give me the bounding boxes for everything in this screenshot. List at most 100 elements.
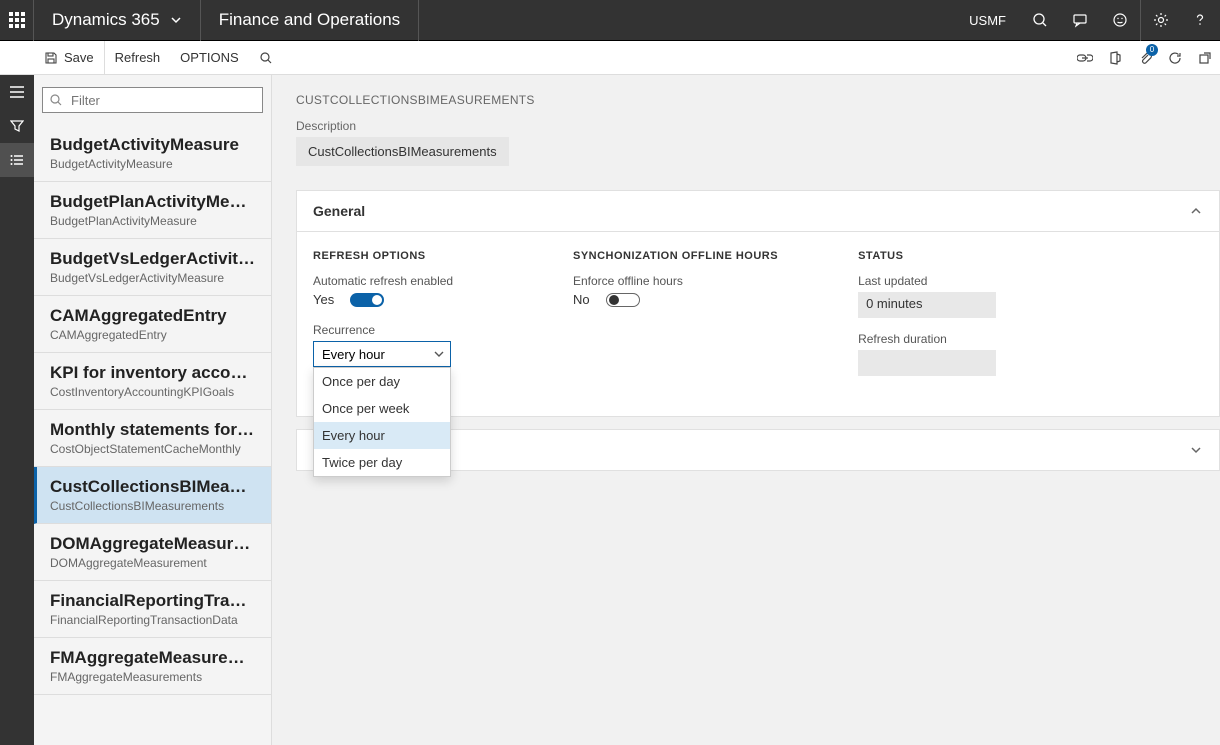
actionbar-search-button[interactable] bbox=[249, 41, 289, 75]
list-item-title: DOMAggregateMeasure... bbox=[50, 534, 255, 554]
list-item[interactable]: BudgetPlanActivityMeasure BudgetPlanActiv… bbox=[34, 182, 271, 239]
list-item-title: BudgetActivityMeasure bbox=[50, 135, 255, 155]
list-item-subtitle: BudgetActivityMeasure bbox=[50, 157, 255, 171]
popout-icon bbox=[1198, 51, 1212, 65]
general-section-header[interactable]: General bbox=[297, 191, 1219, 232]
save-icon bbox=[44, 51, 58, 65]
help-button[interactable] bbox=[1180, 0, 1220, 41]
list-item-title: BudgetVsLedgerActivityM... bbox=[50, 249, 255, 269]
refresh-options-heading: REFRESH OPTIONS bbox=[313, 250, 493, 262]
list-item-subtitle: DOMAggregateMeasurement bbox=[50, 556, 255, 570]
options-button[interactable]: OPTIONS bbox=[170, 41, 249, 75]
settings-button[interactable] bbox=[1140, 0, 1180, 41]
recurrence-option[interactable]: Twice per day bbox=[314, 449, 450, 476]
list-item[interactable]: FinancialReportingTransa... FinancialRepo… bbox=[34, 581, 271, 638]
chevron-up-icon bbox=[1189, 204, 1203, 218]
recurrence-label: Recurrence bbox=[313, 323, 493, 337]
list-item-subtitle: BudgetPlanActivityMeasure bbox=[50, 214, 255, 228]
link-button[interactable] bbox=[1070, 41, 1100, 75]
refresh-icon bbox=[1168, 51, 1182, 65]
waffle-icon bbox=[9, 12, 25, 28]
list-item-subtitle: CAMAggregatedEntry bbox=[50, 328, 255, 342]
description-value: CustCollectionsBIMeasurements bbox=[296, 137, 509, 166]
auto-refresh-value: Yes bbox=[313, 292, 334, 307]
attachments-button[interactable]: 0 bbox=[1130, 41, 1160, 75]
refresh-label: Refresh bbox=[115, 50, 161, 65]
list-item-subtitle: CostInventoryAccountingKPIGoals bbox=[50, 385, 255, 399]
company-label: USMF bbox=[955, 13, 1020, 28]
help-icon bbox=[1192, 12, 1208, 28]
recurrence-menu: Once per dayOnce per weekEvery hourTwice… bbox=[313, 367, 451, 477]
rail-filter-button[interactable] bbox=[0, 109, 34, 143]
status-heading: STATUS bbox=[858, 250, 1038, 262]
enforce-value: No bbox=[573, 292, 590, 307]
refresh-duration-label: Refresh duration bbox=[858, 332, 1038, 346]
list-item-title: CustCollectionsBIMeasure... bbox=[50, 477, 255, 497]
app-launcher-button[interactable] bbox=[0, 0, 34, 41]
list-item[interactable]: DOMAggregateMeasure... DOMAggregateMeasur… bbox=[34, 524, 271, 581]
feedback-button[interactable] bbox=[1100, 0, 1140, 41]
recurrence-option[interactable]: Every hour bbox=[314, 422, 450, 449]
filter-search-icon bbox=[49, 93, 63, 107]
auto-refresh-label: Automatic refresh enabled bbox=[313, 274, 493, 288]
page-title: CUSTCOLLECTIONSBIMEASUREMENTS bbox=[296, 93, 1220, 107]
recurrence-option[interactable]: Once per week bbox=[314, 395, 450, 422]
search-icon bbox=[259, 51, 273, 65]
list-item-subtitle: BudgetVsLedgerActivityMeasure bbox=[50, 271, 255, 285]
module-label: Finance and Operations bbox=[201, 0, 419, 41]
list-item-subtitle: FMAggregateMeasurements bbox=[50, 670, 255, 684]
messages-button[interactable] bbox=[1060, 0, 1100, 41]
chat-icon bbox=[1072, 12, 1088, 28]
list-item-subtitle: CustCollectionsBIMeasurements bbox=[50, 499, 255, 513]
list-item-subtitle: FinancialReportingTransactionData bbox=[50, 613, 255, 627]
rail-list-button[interactable] bbox=[0, 143, 34, 177]
refresh-icon-button[interactable] bbox=[1160, 41, 1190, 75]
list-item-title: FinancialReportingTransa... bbox=[50, 591, 255, 611]
auto-refresh-toggle[interactable] bbox=[350, 293, 384, 307]
description-label: Description bbox=[296, 119, 1220, 133]
refresh-button[interactable]: Refresh bbox=[105, 41, 171, 75]
list-item-title: BudgetPlanActivityMeasure bbox=[50, 192, 255, 212]
recurrence-dropdown[interactable] bbox=[313, 341, 451, 367]
hamburger-icon bbox=[9, 85, 25, 99]
refresh-duration-value bbox=[858, 350, 996, 376]
list-item-title: KPI for inventory accounti... bbox=[50, 363, 255, 383]
list-item[interactable]: BudgetActivityMeasure BudgetActivityMeasu… bbox=[34, 125, 271, 182]
search-button[interactable] bbox=[1020, 0, 1060, 41]
chevron-down-icon bbox=[1189, 443, 1203, 457]
enforce-toggle[interactable] bbox=[606, 293, 640, 307]
office-button[interactable] bbox=[1100, 41, 1130, 75]
link-icon bbox=[1077, 51, 1093, 65]
list-item[interactable]: BudgetVsLedgerActivityM... BudgetVsLedger… bbox=[34, 239, 271, 296]
options-label: OPTIONS bbox=[180, 50, 239, 65]
gear-icon bbox=[1153, 12, 1169, 28]
list-item[interactable]: CustCollectionsBIMeasure... CustCollectio… bbox=[34, 467, 271, 524]
list-item[interactable]: FMAggregateMeasureme... FMAggregateMeasur… bbox=[34, 638, 271, 695]
general-header-label: General bbox=[313, 203, 365, 219]
brand-menu[interactable]: Dynamics 365 bbox=[34, 0, 201, 41]
list-item-title: Monthly statements for c... bbox=[50, 420, 255, 440]
attachments-badge: 0 bbox=[1146, 44, 1158, 56]
list-item[interactable]: CAMAggregatedEntry CAMAggregatedEntry bbox=[34, 296, 271, 353]
list-item-title: FMAggregateMeasureme... bbox=[50, 648, 255, 668]
enforce-label: Enforce offline hours bbox=[573, 274, 778, 288]
last-updated-label: Last updated bbox=[858, 274, 1038, 288]
smile-icon bbox=[1112, 12, 1128, 28]
list-item[interactable]: KPI for inventory accounti... CostInvento… bbox=[34, 353, 271, 410]
sync-heading: SYNCHONIZATION OFFLINE HOURS bbox=[573, 250, 778, 262]
funnel-icon bbox=[10, 119, 24, 133]
list-item[interactable]: Monthly statements for c...CostObjectSta… bbox=[34, 410, 271, 467]
list-icon bbox=[10, 153, 24, 167]
filter-input[interactable] bbox=[42, 87, 263, 113]
rail-menu-button[interactable] bbox=[0, 75, 34, 109]
save-button[interactable]: Save bbox=[34, 41, 105, 75]
chevron-down-icon bbox=[170, 14, 182, 26]
popout-button[interactable] bbox=[1190, 41, 1220, 75]
recurrence-option[interactable]: Once per day bbox=[314, 368, 450, 395]
list-item-title: CAMAggregatedEntry bbox=[50, 306, 255, 326]
office-icon bbox=[1108, 51, 1122, 65]
brand-label: Dynamics 365 bbox=[52, 10, 160, 30]
save-label: Save bbox=[64, 50, 94, 65]
last-updated-value: 0 minutes bbox=[858, 292, 996, 318]
search-icon bbox=[1032, 12, 1048, 28]
